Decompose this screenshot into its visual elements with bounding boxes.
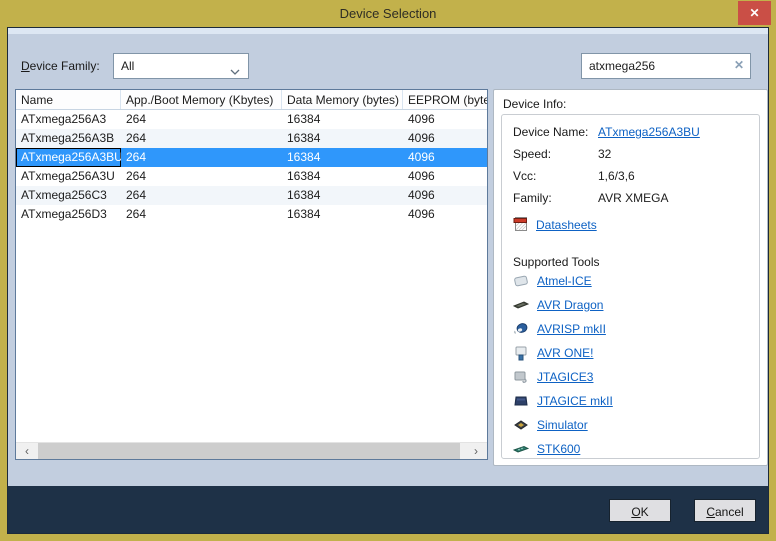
search-input[interactable] <box>581 53 751 79</box>
tool-row: Atmel-ICE <box>513 269 759 293</box>
footer-bar: OK Cancel <box>8 486 768 533</box>
scroll-left-icon[interactable]: ‹ <box>16 443 38 459</box>
datasheets-row: Datasheets <box>513 216 759 234</box>
close-icon: ✕ <box>749 6 759 20</box>
dialog-title: Device Selection <box>0 6 776 21</box>
avrisp-mkii-icon <box>513 321 530 337</box>
device-info-title: Device Info: <box>503 97 566 111</box>
device-name-label: Device Name: <box>513 125 598 143</box>
table-row[interactable]: ATxmega256D3 264 16384 4096 <box>16 205 487 224</box>
vcc-value: 1,6/3,6 <box>598 169 635 187</box>
horizontal-scrollbar: ‹ › <box>16 442 487 459</box>
tool-link[interactable]: AVR Dragon <box>537 298 603 312</box>
tool-row: AVR ONE! <box>513 341 759 365</box>
table-row[interactable]: ATxmega256A3U 264 16384 4096 <box>16 167 487 186</box>
column-header-app-boot-memory[interactable]: App./Boot Memory (Kbytes) <box>121 90 282 109</box>
close-button[interactable]: ✕ <box>738 1 771 25</box>
tool-link[interactable]: STK600 <box>537 442 580 456</box>
vcc-field: Vcc: 1,6/3,6 <box>513 169 759 187</box>
device-table-header: Name App./Boot Memory (Kbytes) Data Memo… <box>16 90 487 110</box>
table-row[interactable]: ATxmega256A3 264 16384 4096 <box>16 110 487 129</box>
tool-row: AVR Dragon <box>513 293 759 317</box>
avr-one-icon <box>513 345 530 361</box>
dialog-body: Device Family: All ✕ Name App./Boot Memo… <box>7 27 769 534</box>
column-header-eeprom[interactable]: EEPROM (bytes) <box>403 90 487 109</box>
tool-link[interactable]: JTAGICE3 <box>537 370 593 384</box>
speed-value: 32 <box>598 147 611 165</box>
tool-row: JTAGICE mkII <box>513 389 759 413</box>
column-header-data-memory[interactable]: Data Memory (bytes) <box>282 90 403 109</box>
tool-row: STK600 <box>513 437 759 459</box>
stk600-icon <box>513 441 530 457</box>
pdf-icon <box>513 216 529 235</box>
tool-link[interactable]: Atmel-ICE <box>537 274 592 288</box>
device-family-selected-value: All <box>121 59 134 73</box>
device-info-box: Device Name: ATxmega256A3BU Speed: 32 Vc… <box>501 114 760 459</box>
tool-row: Simulator <box>513 413 759 437</box>
clear-search-icon[interactable]: ✕ <box>734 58 744 72</box>
vcc-label: Vcc: <box>513 169 598 187</box>
scroll-right-icon[interactable]: › <box>465 443 487 459</box>
device-family-label: Device Family: <box>21 59 100 73</box>
family-value: AVR XMEGA <box>598 191 668 209</box>
tool-link[interactable]: AVRISP mkII <box>537 322 606 336</box>
table-row-selected[interactable]: ATxmega256A3BU 264 16384 4096 <box>16 148 487 167</box>
atmel-ice-icon <box>513 273 530 289</box>
family-label: Family: <box>513 191 598 209</box>
jtagice3-icon <box>513 369 530 385</box>
device-table: Name App./Boot Memory (Kbytes) Data Memo… <box>15 89 488 460</box>
tool-link[interactable]: JTAGICE mkII <box>537 394 613 408</box>
speed-label: Speed: <box>513 147 598 165</box>
tool-link[interactable]: Simulator <box>537 418 588 432</box>
device-table-rows: ATxmega256A3 264 16384 4096 ATxmega256A3… <box>16 110 487 224</box>
device-name-field: Device Name: ATxmega256A3BU <box>513 125 759 143</box>
avr-dragon-icon <box>513 297 530 313</box>
titlebar: Device Selection ✕ <box>0 0 776 27</box>
ok-button[interactable]: OK <box>609 499 671 522</box>
tool-row: AVRISP mkII <box>513 317 759 341</box>
content-top-highlight <box>8 28 768 34</box>
datasheets-link[interactable]: Datasheets <box>536 218 597 232</box>
table-row[interactable]: ATxmega256C3 264 16384 4096 <box>16 186 487 205</box>
scrollbar-thumb[interactable] <box>38 443 460 459</box>
device-selection-dialog: Device Selection ✕ Device Family: All ✕ … <box>0 0 776 541</box>
family-field: Family: AVR XMEGA <box>513 191 759 209</box>
table-row[interactable]: ATxmega256A3B 264 16384 4096 <box>16 129 487 148</box>
device-family-dropdown[interactable]: All <box>113 53 249 79</box>
speed-field: Speed: 32 <box>513 147 759 165</box>
jtagice-mkii-icon <box>513 393 530 409</box>
tool-link[interactable]: AVR ONE! <box>537 346 593 360</box>
column-header-name[interactable]: Name <box>16 90 121 109</box>
device-info-panel: Device Info: Device Name: ATxmega256A3BU… <box>493 89 768 466</box>
cancel-button[interactable]: Cancel <box>694 499 756 522</box>
supported-tools-title: Supported Tools <box>513 255 759 269</box>
simulator-icon <box>513 417 530 433</box>
device-name-link[interactable]: ATxmega256A3BU <box>598 125 700 143</box>
tool-row: JTAGICE3 <box>513 365 759 389</box>
device-search: ✕ <box>581 53 751 79</box>
chevron-down-icon <box>230 64 240 78</box>
